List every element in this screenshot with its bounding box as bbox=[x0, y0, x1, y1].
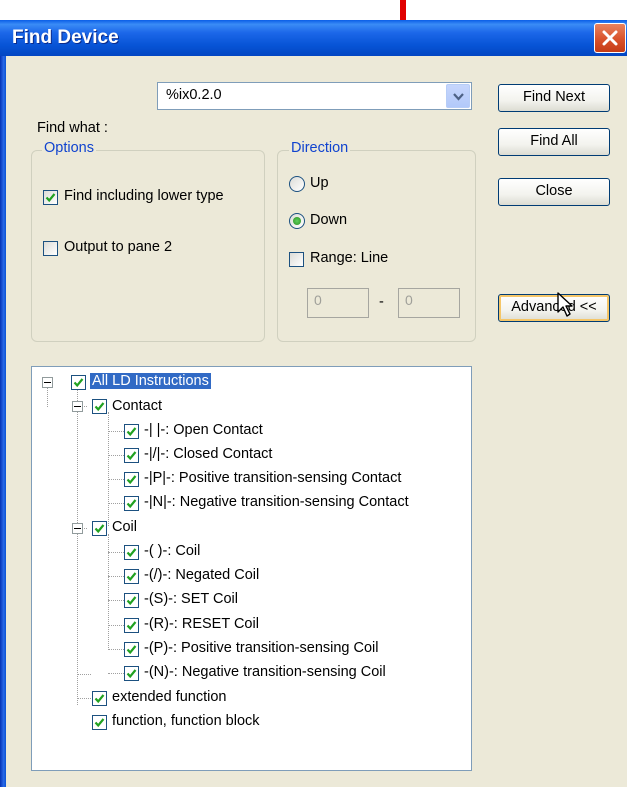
checkmark-icon bbox=[126, 475, 137, 485]
checkmark-icon bbox=[126, 451, 137, 461]
advanced-button[interactable]: Advanced << bbox=[498, 294, 610, 322]
tree-item-set-coil[interactable]: -(S)-: SET Coil bbox=[144, 591, 238, 607]
tree-checkbox[interactable] bbox=[124, 593, 139, 608]
tree-item-extended-function[interactable]: extended function bbox=[112, 689, 226, 705]
range-to-input[interactable]: 0 bbox=[398, 288, 460, 318]
window-border bbox=[0, 56, 6, 787]
direction-up-radio[interactable] bbox=[289, 176, 305, 192]
tree-checkbox[interactable] bbox=[124, 569, 139, 584]
checkmark-icon bbox=[126, 621, 137, 631]
checkmark-icon bbox=[94, 694, 105, 704]
tree-item-positive-coil[interactable]: -(P)-: Positive transition-sensing Coil bbox=[144, 640, 379, 656]
direction-up-label: Up bbox=[310, 175, 329, 191]
find-lower-type-label: Find including lower type bbox=[64, 188, 224, 204]
mouse-cursor-icon bbox=[557, 292, 573, 317]
direction-down-label: Down bbox=[310, 212, 348, 228]
range-separator: - bbox=[379, 294, 384, 310]
tree-item-open-contact[interactable]: -| |-: Open Contact bbox=[144, 422, 263, 438]
tree-checkbox[interactable] bbox=[124, 666, 139, 681]
tree-item-coil[interactable]: Coil bbox=[112, 519, 137, 535]
expand-minus-icon[interactable] bbox=[72, 401, 83, 412]
tree-item-positive-contact[interactable]: -|P|-: Positive transition-sensing Conta… bbox=[144, 470, 401, 486]
close-button[interactable]: Close bbox=[498, 178, 610, 206]
tree-checkbox[interactable] bbox=[124, 448, 139, 463]
tree-checkbox[interactable] bbox=[124, 642, 139, 657]
expand-minus-icon[interactable] bbox=[72, 523, 83, 534]
find-device-dialog: Find Device Find what : %ix0.2.0 Find Ne… bbox=[0, 20, 627, 787]
options-group-title: Options bbox=[42, 140, 96, 156]
window-title: Find Device bbox=[12, 27, 119, 48]
tree-checkbox-contact[interactable] bbox=[92, 399, 107, 414]
tree-item-negated-coil[interactable]: -(/)-: Negated Coil bbox=[144, 567, 259, 583]
output-pane2-label: Output to pane 2 bbox=[64, 239, 173, 255]
range-from-input[interactable]: 0 bbox=[307, 288, 369, 318]
tree-checkbox[interactable] bbox=[124, 496, 139, 511]
tree-checkbox[interactable] bbox=[124, 424, 139, 439]
expand-minus-icon[interactable] bbox=[42, 377, 53, 388]
find-all-button[interactable]: Find All bbox=[498, 128, 610, 156]
find-what-dropdown-button[interactable] bbox=[446, 84, 470, 108]
tree-item-function-block[interactable]: function, function block bbox=[112, 713, 260, 729]
tree-checkbox[interactable] bbox=[124, 618, 139, 633]
tree-checkbox[interactable] bbox=[124, 545, 139, 560]
find-lower-type-checkbox[interactable] bbox=[43, 190, 58, 205]
tree-checkbox-extended[interactable] bbox=[92, 691, 107, 706]
checkmark-icon bbox=[94, 402, 105, 412]
checkmark-icon bbox=[94, 718, 105, 728]
find-what-value: %ix0.2.0 bbox=[166, 87, 222, 103]
tree-checkbox-root[interactable] bbox=[71, 375, 86, 390]
instruction-tree[interactable]: All LD Instructions Contact -| |-: Open … bbox=[31, 366, 472, 771]
checkmark-icon bbox=[126, 596, 137, 606]
close-icon bbox=[602, 30, 618, 46]
checkmark-icon bbox=[45, 193, 56, 203]
checkmark-icon bbox=[126, 669, 137, 679]
checkmark-icon bbox=[126, 548, 137, 558]
find-what-label: Find what : bbox=[37, 120, 108, 136]
find-next-button[interactable]: Find Next bbox=[498, 84, 610, 112]
tree-item-reset-coil[interactable]: -(R)-: RESET Coil bbox=[144, 616, 259, 632]
dropdown-chevron-icon bbox=[453, 93, 464, 101]
direction-group-title: Direction bbox=[289, 140, 351, 156]
tree-checkbox-coil[interactable] bbox=[92, 521, 107, 536]
checkmark-icon bbox=[126, 499, 137, 509]
range-line-checkbox[interactable] bbox=[289, 252, 304, 267]
tree-item-contact[interactable]: Contact bbox=[112, 398, 162, 414]
find-what-combobox[interactable]: %ix0.2.0 bbox=[157, 82, 472, 110]
close-window-button[interactable] bbox=[594, 23, 626, 53]
tree-checkbox-function-block[interactable] bbox=[92, 715, 107, 730]
range-line-label: Range: Line bbox=[310, 250, 389, 266]
direction-down-radio[interactable] bbox=[289, 213, 305, 229]
checkmark-icon bbox=[126, 427, 137, 437]
checkmark-icon bbox=[126, 645, 137, 655]
tree-item-closed-contact[interactable]: -|/|-: Closed Contact bbox=[144, 446, 272, 462]
tree-item-root[interactable]: All LD Instructions bbox=[90, 373, 211, 389]
tree-checkbox[interactable] bbox=[124, 472, 139, 487]
output-pane2-checkbox[interactable] bbox=[43, 241, 58, 256]
title-bar[interactable]: Find Device bbox=[0, 20, 627, 56]
tree-item-coil-basic[interactable]: -( )-: Coil bbox=[144, 543, 200, 559]
checkmark-icon bbox=[126, 572, 137, 582]
tree-item-negative-contact[interactable]: -|N|-: Negative transition-sensing Conta… bbox=[144, 494, 409, 510]
tree-item-negative-coil[interactable]: -(N)-: Negative transition-sensing Coil bbox=[144, 664, 386, 680]
checkmark-icon bbox=[94, 524, 105, 534]
checkmark-icon bbox=[73, 378, 84, 388]
